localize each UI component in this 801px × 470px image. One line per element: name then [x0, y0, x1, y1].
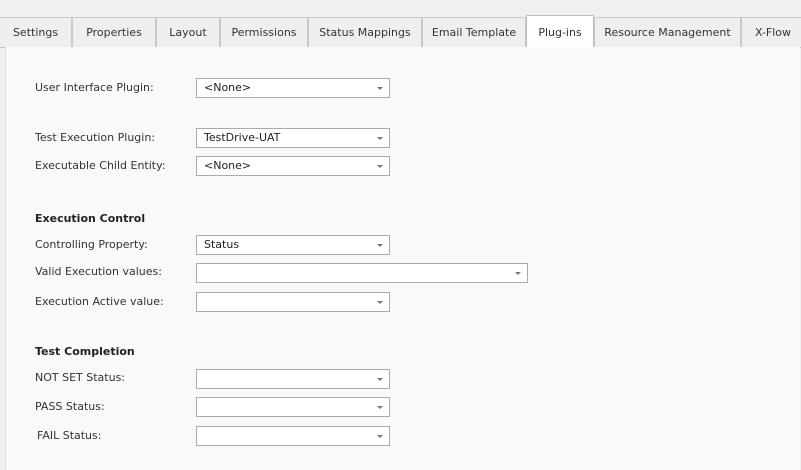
pass-status-dropdown[interactable]	[196, 397, 390, 417]
chevron-down-icon	[377, 137, 383, 140]
tab-status-mappings[interactable]: Status Mappings	[308, 17, 422, 47]
chevron-down-icon	[377, 165, 383, 168]
execution-active-value-dropdown[interactable]	[196, 292, 390, 312]
tab-x-flow[interactable]: X-Flow	[741, 17, 801, 47]
chevron-down-icon	[377, 378, 383, 381]
test-execution-plugin-label: Test Execution Plugin:	[35, 131, 156, 144]
test-execution-plugin-dropdown[interactable]: TestDrive-UAT	[196, 128, 390, 148]
test-completion-heading: Test Completion	[35, 345, 135, 358]
test-execution-plugin-value: TestDrive-UAT	[204, 131, 281, 144]
chevron-down-icon	[377, 435, 383, 438]
tab-plug-ins[interactable]: Plug-ins	[526, 15, 594, 48]
chevron-down-icon	[515, 272, 521, 275]
ui-plugin-dropdown[interactable]: <None>	[196, 78, 390, 98]
valid-execution-values-dropdown[interactable]	[196, 263, 528, 283]
tab-permissions[interactable]: Permissions	[220, 17, 308, 47]
not-set-status-label: NOT SET Status:	[35, 371, 126, 384]
execution-active-value-label: Execution Active value:	[35, 295, 164, 308]
chevron-down-icon	[377, 301, 383, 304]
tab-resource-management[interactable]: Resource Management	[594, 17, 741, 47]
chevron-down-icon	[377, 87, 383, 90]
ui-plugin-label: User Interface Plugin:	[35, 81, 154, 94]
plug-ins-panel: User Interface Plugin: <None> Test Execu…	[5, 47, 800, 470]
controlling-property-value: Status	[204, 238, 240, 251]
execution-control-heading: Execution Control	[35, 212, 146, 225]
executable-child-entity-label: Executable Child Entity:	[35, 159, 166, 172]
ui-plugin-value: <None>	[204, 81, 252, 94]
chevron-down-icon	[377, 244, 383, 247]
tab-layout[interactable]: Layout	[156, 17, 220, 47]
tab-settings[interactable]: Settings	[0, 17, 72, 47]
tab-email-template[interactable]: Email Template	[422, 17, 526, 47]
executable-child-entity-value: <None>	[204, 159, 252, 172]
tab-properties[interactable]: Properties	[72, 17, 156, 47]
tab-bar: Settings Properties Layout Permissions S…	[0, 15, 801, 48]
chevron-down-icon	[377, 406, 383, 409]
not-set-status-dropdown[interactable]	[196, 369, 390, 389]
controlling-property-label: Controlling Property:	[35, 238, 148, 251]
executable-child-entity-dropdown[interactable]: <None>	[196, 156, 390, 176]
fail-status-dropdown[interactable]	[196, 426, 390, 446]
controlling-property-dropdown[interactable]: Status	[196, 235, 390, 255]
valid-execution-values-label: Valid Execution values:	[35, 265, 162, 278]
pass-status-label: PASS Status:	[35, 400, 105, 413]
fail-status-label: FAIL Status:	[37, 429, 102, 442]
